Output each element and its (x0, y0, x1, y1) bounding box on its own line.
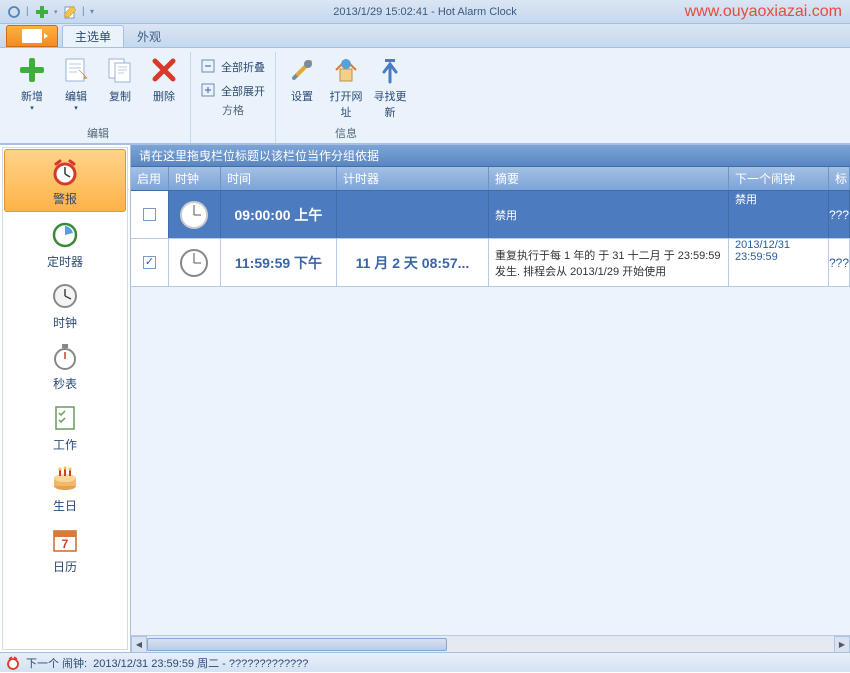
cell-next-alarm: 2013/12/3123:59:59 (729, 239, 829, 286)
table-row[interactable]: 09:00:00 上午 禁用 禁用 ??? (131, 191, 850, 239)
expand-all-button[interactable]: 全部展开 (197, 80, 269, 102)
home-icon (330, 54, 362, 86)
task-icon (49, 402, 81, 434)
ribbon-group-edit: 新增▾ 编辑▾ 复制 删除 编辑 (6, 52, 191, 143)
svg-text:7: 7 (62, 537, 69, 551)
qat-edit-icon[interactable] (62, 4, 78, 20)
cake-icon (49, 463, 81, 495)
grouping-hint-bar[interactable]: 请在这里拖曳栏位标题以该栏位当作分组依据 (131, 145, 850, 167)
update-arrow-icon (374, 54, 406, 86)
sidebar: 警报 定时器 时钟 秒表 工作 生日 7 (0, 145, 131, 652)
col-header-enable[interactable]: 启用 (131, 167, 169, 190)
content-panel: 请在这里拖曳栏位标题以该栏位当作分组依据 启用 时钟 时间 计时器 摘要 下一个… (131, 145, 850, 652)
delete-button[interactable]: 删除 (144, 52, 184, 104)
cell-mark: ??? (829, 239, 850, 286)
col-header-timer[interactable]: 计时器 (337, 167, 489, 190)
qat-customize-icon[interactable]: ▾ (90, 7, 94, 16)
sidebar-item-task[interactable]: 工作 (3, 396, 127, 457)
cell-mark: ??? (829, 191, 850, 238)
clock-icon (49, 280, 81, 312)
ribbon: 新增▾ 编辑▾ 复制 删除 编辑 全部折叠 全部 (0, 48, 850, 144)
qat-dropdown-icon[interactable]: ▾ (54, 8, 58, 16)
file-menu-button[interactable] (6, 25, 58, 47)
check-update-button[interactable]: 寻找更新 (370, 52, 410, 120)
copy-button[interactable]: 复制 (100, 52, 140, 104)
tab-main[interactable]: 主选单 (62, 25, 124, 47)
plus-icon (16, 54, 48, 86)
col-header-next[interactable]: 下一个闹钟 (729, 167, 829, 190)
delete-icon (148, 54, 180, 86)
status-alarm-icon (6, 656, 20, 670)
col-header-clock[interactable]: 时钟 (169, 167, 221, 190)
window-title: 2013/1/29 15:02:41 - Hot Alarm Clock (333, 6, 516, 18)
qat-add-icon[interactable] (34, 4, 50, 20)
collapse-all-button[interactable]: 全部折叠 (197, 56, 269, 78)
clock-face-icon (180, 201, 208, 229)
col-header-mark[interactable]: 标 (829, 167, 850, 190)
group-label-info: 信息 (335, 125, 357, 143)
quick-access-toolbar: | ▾ | ▾ (0, 4, 94, 20)
status-bar: 下一个 闹钟: 2013/12/31 23:59:59 周二 - ???????… (0, 652, 850, 672)
cell-next-alarm: 禁用 (729, 191, 829, 238)
cell-time: 09:00:00 上午 (221, 191, 337, 238)
sidebar-item-clock[interactable]: 时钟 (3, 274, 127, 335)
qat-separator-2: | (82, 6, 86, 17)
col-header-summary[interactable]: 摘要 (489, 167, 729, 190)
sidebar-item-alarm[interactable]: 警报 (4, 149, 126, 212)
edit-button[interactable]: 编辑▾ (56, 52, 96, 112)
sidebar-item-timer[interactable]: 定时器 (3, 213, 127, 274)
clock-face-icon (180, 249, 208, 277)
horizontal-scrollbar[interactable]: ◀ ▶ (131, 635, 850, 652)
qat-refresh-icon[interactable] (6, 4, 22, 20)
collapse-icon (201, 59, 217, 75)
enable-checkbox[interactable] (143, 208, 156, 221)
qat-separator: | (26, 6, 30, 17)
main-area: 警报 定时器 时钟 秒表 工作 生日 7 (0, 144, 850, 652)
cell-time: 11:59:59 下午 (221, 239, 337, 286)
sidebar-item-calendar[interactable]: 7 日历 (3, 518, 127, 579)
col-header-time[interactable]: 时间 (221, 167, 337, 190)
copy-icon (104, 54, 136, 86)
timer-icon (49, 219, 81, 251)
tab-appearance[interactable]: 外观 (124, 25, 174, 47)
status-value: 2013/12/31 23:59:59 周二 - ????????????? (93, 655, 308, 671)
grid-header: 启用 时钟 时间 计时器 摘要 下一个闹钟 标 (131, 167, 850, 191)
expand-icon (201, 83, 217, 99)
calendar-icon: 7 (49, 524, 81, 556)
table-row[interactable]: 11:59:59 下午 11 月 2 天 08:57... 重复执行于每 1 年… (131, 239, 850, 287)
cell-timer: 11 月 2 天 08:57... (337, 239, 489, 286)
enable-checkbox[interactable] (143, 256, 156, 269)
tools-icon (286, 54, 318, 86)
alarm-clock-icon (49, 156, 81, 188)
sidebar-item-stopwatch[interactable]: 秒表 (3, 335, 127, 396)
scroll-left-button[interactable]: ◀ (131, 636, 147, 653)
cell-timer (337, 191, 489, 238)
open-url-button[interactable]: 打开网址 (326, 52, 366, 120)
new-button[interactable]: 新增▾ (12, 52, 52, 112)
status-label: 下一个 闹钟: (26, 655, 87, 671)
group-label-edit: 编辑 (87, 125, 109, 143)
ribbon-group-grid: 全部折叠 全部展开 方格 (191, 52, 276, 143)
cell-summary: 重复执行于每 1 年的 于 31 十二月 于 23:59:59 发生. 排程会从… (489, 239, 729, 286)
scroll-right-button[interactable]: ▶ (834, 636, 850, 653)
watermark-text: www.ouyaoxiazai.com (685, 3, 842, 21)
stopwatch-icon (49, 341, 81, 373)
title-bar: | ▾ | ▾ 2013/1/29 15:02:41 - Hot Alarm C… (0, 0, 850, 24)
sidebar-item-birthday[interactable]: 生日 (3, 457, 127, 518)
ribbon-group-info: 设置 打开网址 寻找更新 信息 (276, 52, 416, 143)
grid-body: 09:00:00 上午 禁用 禁用 ??? 11:59:59 下午 11 月 2… (131, 191, 850, 635)
scroll-thumb[interactable] (147, 638, 447, 651)
settings-button[interactable]: 设置 (282, 52, 322, 104)
group-label-grid: 方格 (222, 102, 244, 120)
ribbon-tab-strip: 主选单 外观 (0, 24, 850, 48)
cell-summary: 禁用 (489, 191, 729, 238)
edit-icon (60, 54, 92, 86)
